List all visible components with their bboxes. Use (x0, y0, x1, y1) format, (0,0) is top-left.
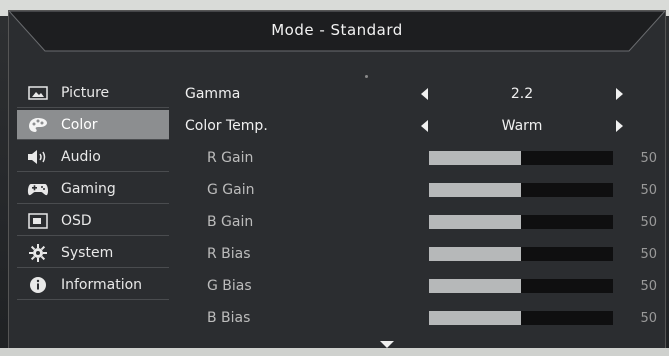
sidebar-item-label: Picture (61, 84, 110, 101)
gamepad-icon (27, 180, 49, 198)
slider-value: 50 (640, 182, 657, 198)
slider-track[interactable] (429, 151, 613, 165)
scroll-down-icon[interactable] (380, 341, 394, 348)
sidebar-item-label: Audio (61, 148, 101, 165)
color-temp-prev-icon[interactable] (421, 120, 428, 132)
slider-value: 50 (640, 246, 657, 262)
gamma-next-icon[interactable] (616, 88, 623, 100)
slider-label: R Gain (207, 150, 254, 166)
sidebar-item-label: System (61, 244, 114, 261)
slider-row[interactable]: G Gain 50 (185, 174, 657, 206)
slider-fill (429, 215, 521, 229)
slider-label: B Bias (207, 310, 251, 326)
gamma-value: 2.2 (510, 86, 534, 102)
color-settings: Gamma 2.2 Color Temp. Warm R Gain 50 G Gai… (185, 78, 657, 334)
sidebar-item-information[interactable]: Information (17, 270, 169, 300)
sidebar-item-gaming[interactable]: Gaming (17, 174, 169, 204)
slider-row[interactable]: B Gain 50 (185, 206, 657, 238)
speaker-icon (27, 148, 49, 166)
monitor-screen: Mode - Standard Picture Color Audio Gami… (0, 0, 669, 356)
slider-track[interactable] (429, 279, 613, 293)
slider-row[interactable]: R Gain 50 (185, 142, 657, 174)
slider-label: B Gain (207, 214, 254, 230)
sidebar-item-picture[interactable]: Picture (17, 78, 169, 108)
slider-label: G Bias (207, 278, 252, 294)
slider-fill (429, 311, 521, 325)
sidebar-item-audio[interactable]: Audio (17, 142, 169, 172)
picture-icon (27, 84, 49, 102)
color-temp-row[interactable]: Color Temp. Warm (185, 110, 655, 142)
slider-track[interactable] (429, 311, 613, 325)
slider-track[interactable] (429, 183, 613, 197)
gamma-prev-icon[interactable] (421, 88, 428, 100)
slider-row[interactable]: R Bias 50 (185, 238, 657, 270)
slider-value: 50 (640, 214, 657, 230)
slider-fill (429, 279, 521, 293)
slider-fill (429, 183, 521, 197)
color-temp-label: Color Temp. (185, 118, 268, 134)
menu-sidebar: Picture Color Audio Gaming OSD System In… (17, 78, 169, 302)
sidebar-item-osd[interactable]: OSD (17, 206, 169, 236)
slider-track[interactable] (429, 247, 613, 261)
slider-fill (429, 151, 521, 165)
slider-value: 50 (640, 310, 657, 326)
slider-row[interactable]: B Bias 50 (185, 302, 657, 334)
osd-panel: Mode - Standard Picture Color Audio Gami… (8, 10, 666, 352)
osd-icon (27, 212, 49, 230)
gear-icon (27, 243, 49, 262)
color-temp-value: Warm (501, 118, 543, 134)
gamma-label: Gamma (185, 86, 241, 102)
sidebar-item-label: OSD (61, 212, 92, 229)
sidebar-item-label: Color (61, 116, 98, 133)
slider-value: 50 (640, 278, 657, 294)
sidebar-item-system[interactable]: System (17, 238, 169, 268)
palette-icon (27, 116, 49, 134)
mode-title: Mode - Standard (271, 21, 403, 39)
slider-fill (429, 247, 521, 261)
slider-label: G Gain (207, 182, 255, 198)
slider-label: R Bias (207, 246, 251, 262)
slider-row[interactable]: G Bias 50 (185, 270, 657, 302)
gamma-row[interactable]: Gamma 2.2 (185, 78, 655, 110)
osd-header: Mode - Standard (9, 11, 665, 59)
slider-value: 50 (640, 150, 657, 166)
info-icon (27, 276, 49, 294)
color-temp-next-icon[interactable] (616, 120, 623, 132)
slider-track[interactable] (429, 215, 613, 229)
sidebar-item-label: Information (61, 276, 143, 293)
bezel-bottom (0, 348, 669, 356)
sidebar-item-label: Gaming (61, 180, 116, 197)
sidebar-item-color[interactable]: Color (17, 110, 169, 140)
